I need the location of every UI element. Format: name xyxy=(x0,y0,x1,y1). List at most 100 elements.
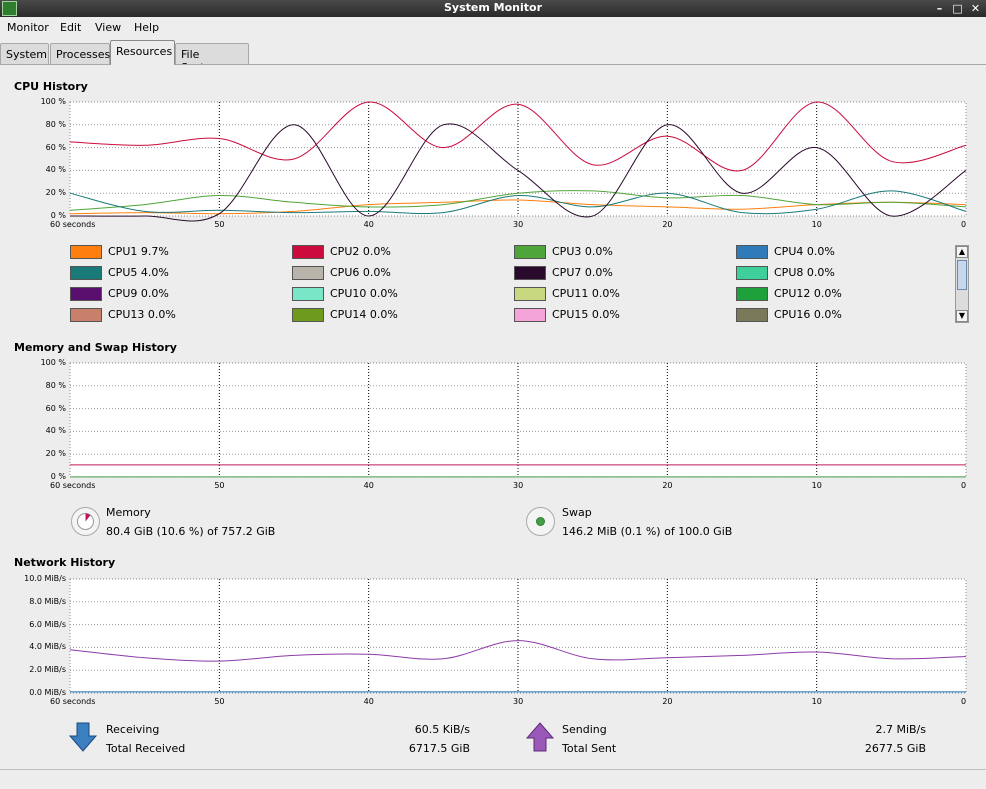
tab-system[interactable]: System xyxy=(0,43,49,64)
cpu-color-swatch[interactable] xyxy=(292,308,324,322)
network-history-graph xyxy=(69,578,967,694)
cpu-color-swatch[interactable] xyxy=(736,287,768,301)
menu-edit[interactable]: Edit xyxy=(60,21,81,34)
net-xtick-label: 60 seconds xyxy=(50,697,96,706)
cpu-legend-label: CPU1 9.7% xyxy=(108,245,169,258)
sending-arrow-icon xyxy=(525,722,555,752)
net-ytick-label: 6.0 MiB/s xyxy=(29,619,66,629)
cpu-ytick-label: 0 % xyxy=(50,211,66,220)
cpu-history-graph xyxy=(69,101,967,222)
memory-history-title: Memory and Swap History xyxy=(14,341,177,354)
menu-view[interactable]: View xyxy=(95,21,121,34)
title-bar: System Monitor – □ ✕ xyxy=(0,0,986,17)
cpu-history-title: CPU History xyxy=(14,80,88,93)
mem-ytick-label: 60 % xyxy=(45,403,66,413)
cpu-legend-label: CPU9 0.0% xyxy=(108,287,169,300)
mem-xtick-label: 20 xyxy=(662,481,673,490)
cpu-xtick-label: 0 xyxy=(961,220,967,229)
scroll-down-icon[interactable]: ▼ xyxy=(956,310,968,322)
status-bar xyxy=(0,769,986,789)
cpu-legend-label: CPU16 0.0% xyxy=(774,308,842,321)
tab-resources[interactable]: Resources xyxy=(110,40,175,65)
cpu-legend-label: CPU5 4.0% xyxy=(108,266,169,279)
cpu-color-swatch[interactable] xyxy=(514,245,546,259)
memory-pie-icon xyxy=(71,507,100,536)
tab-file-systems[interactable]: File Systems xyxy=(175,43,249,74)
cpu-legend-label: CPU6 0.0% xyxy=(330,266,391,279)
maximize-button[interactable]: □ xyxy=(950,1,965,16)
cpu-ytick-label: 100 % xyxy=(40,97,66,106)
mem-xtick-label: 40 xyxy=(363,481,374,490)
mem-xtick-label: 30 xyxy=(513,481,524,490)
net-xtick-label: 0 xyxy=(961,697,967,706)
cpu-legend-label: CPU14 0.0% xyxy=(330,308,398,321)
net-xtick-label: 20 xyxy=(662,697,673,706)
sending-label: Sending xyxy=(562,723,607,736)
mem-xtick-label: 0 xyxy=(961,481,967,490)
cpu-ytick-label: 20 % xyxy=(45,188,66,198)
cpu-color-swatch[interactable] xyxy=(70,287,102,301)
window-title: System Monitor xyxy=(444,1,542,14)
net-ytick-label: 8.0 MiB/s xyxy=(29,596,66,606)
cpu-legend-scrollbar[interactable]: ▲ ▼ xyxy=(955,245,969,323)
cpu-color-swatch[interactable] xyxy=(292,266,324,280)
net-ytick-label: 4.0 MiB/s xyxy=(29,642,66,652)
cpu-color-swatch[interactable] xyxy=(70,308,102,322)
memory-value: 80.4 GiB (10.6 %) of 757.2 GiB xyxy=(106,525,276,538)
scroll-thumb[interactable] xyxy=(957,260,967,290)
cpu-xtick-label: 30 xyxy=(513,220,524,229)
menu-monitor[interactable]: Monitor xyxy=(7,21,49,34)
cpu-ytick-label: 80 % xyxy=(45,119,66,129)
mem-ytick-label: 20 % xyxy=(45,449,66,459)
menu-bar: Monitor Edit View Help xyxy=(0,17,986,39)
receiving-value: 60.5 KiB/s xyxy=(414,723,470,736)
net-xtick-label: 50 xyxy=(214,697,225,706)
total-sent-value: 2677.5 GiB xyxy=(864,742,926,755)
sending-value: 2.7 MiB/s xyxy=(875,723,926,736)
cpu-legend-label: CPU15 0.0% xyxy=(552,308,620,321)
scroll-up-icon[interactable]: ▲ xyxy=(956,246,968,258)
cpu-legend-label: CPU3 0.0% xyxy=(552,245,613,258)
net-xtick-label: 40 xyxy=(363,697,374,706)
total-received-label: Total Received xyxy=(106,742,186,755)
menu-help[interactable]: Help xyxy=(134,21,159,34)
net-xtick-label: 30 xyxy=(513,697,524,706)
cpu-color-swatch[interactable] xyxy=(514,287,546,301)
cpu-legend-label: CPU11 0.0% xyxy=(552,287,620,300)
cpu-color-swatch[interactable] xyxy=(736,266,768,280)
cpu-color-swatch[interactable] xyxy=(70,245,102,259)
mem-ytick-label: 100 % xyxy=(40,358,66,367)
cpu-color-swatch[interactable] xyxy=(514,266,546,280)
cpu-color-swatch[interactable] xyxy=(736,245,768,259)
cpu-xtick-label: 20 xyxy=(662,220,673,229)
close-button[interactable]: ✕ xyxy=(968,1,983,16)
minimize-button[interactable]: – xyxy=(932,1,947,16)
receiving-arrow-icon xyxy=(68,722,98,752)
total-received-value: 6717.5 GiB xyxy=(408,742,470,755)
cpu-color-swatch[interactable] xyxy=(292,245,324,259)
cpu-color-swatch[interactable] xyxy=(70,266,102,280)
mem-xtick-label: 10 xyxy=(811,481,822,490)
cpu-color-swatch[interactable] xyxy=(736,308,768,322)
net-ytick-label: 10.0 MiB/s xyxy=(24,574,66,583)
network-history-title: Network History xyxy=(14,556,116,569)
mem-ytick-label: 0 % xyxy=(50,472,66,481)
cpu-legend-label: CPU13 0.0% xyxy=(108,308,176,321)
cpu-xtick-label: 50 xyxy=(214,220,225,229)
memory-label: Memory xyxy=(106,506,151,519)
cpu-legend-label: CPU2 0.0% xyxy=(330,245,391,258)
cpu-legend-label: CPU10 0.0% xyxy=(330,287,398,300)
cpu-legend-label: CPU7 0.0% xyxy=(552,266,613,279)
cpu-xtick-label: 10 xyxy=(811,220,822,229)
tab-processes[interactable]: Processes xyxy=(50,43,110,64)
cpu-legend-label: CPU8 0.0% xyxy=(774,266,835,279)
cpu-ytick-label: 40 % xyxy=(45,165,66,175)
mem-xtick-label: 60 seconds xyxy=(50,481,96,490)
net-xtick-label: 10 xyxy=(811,697,822,706)
cpu-color-swatch[interactable] xyxy=(292,287,324,301)
receiving-label: Receiving xyxy=(106,723,160,736)
cpu-color-swatch[interactable] xyxy=(514,308,546,322)
tab-bar: System Processes Resources File Systems xyxy=(0,40,986,74)
cpu-legend-label: CPU4 0.0% xyxy=(774,245,835,258)
total-sent-label: Total Sent xyxy=(562,742,617,755)
